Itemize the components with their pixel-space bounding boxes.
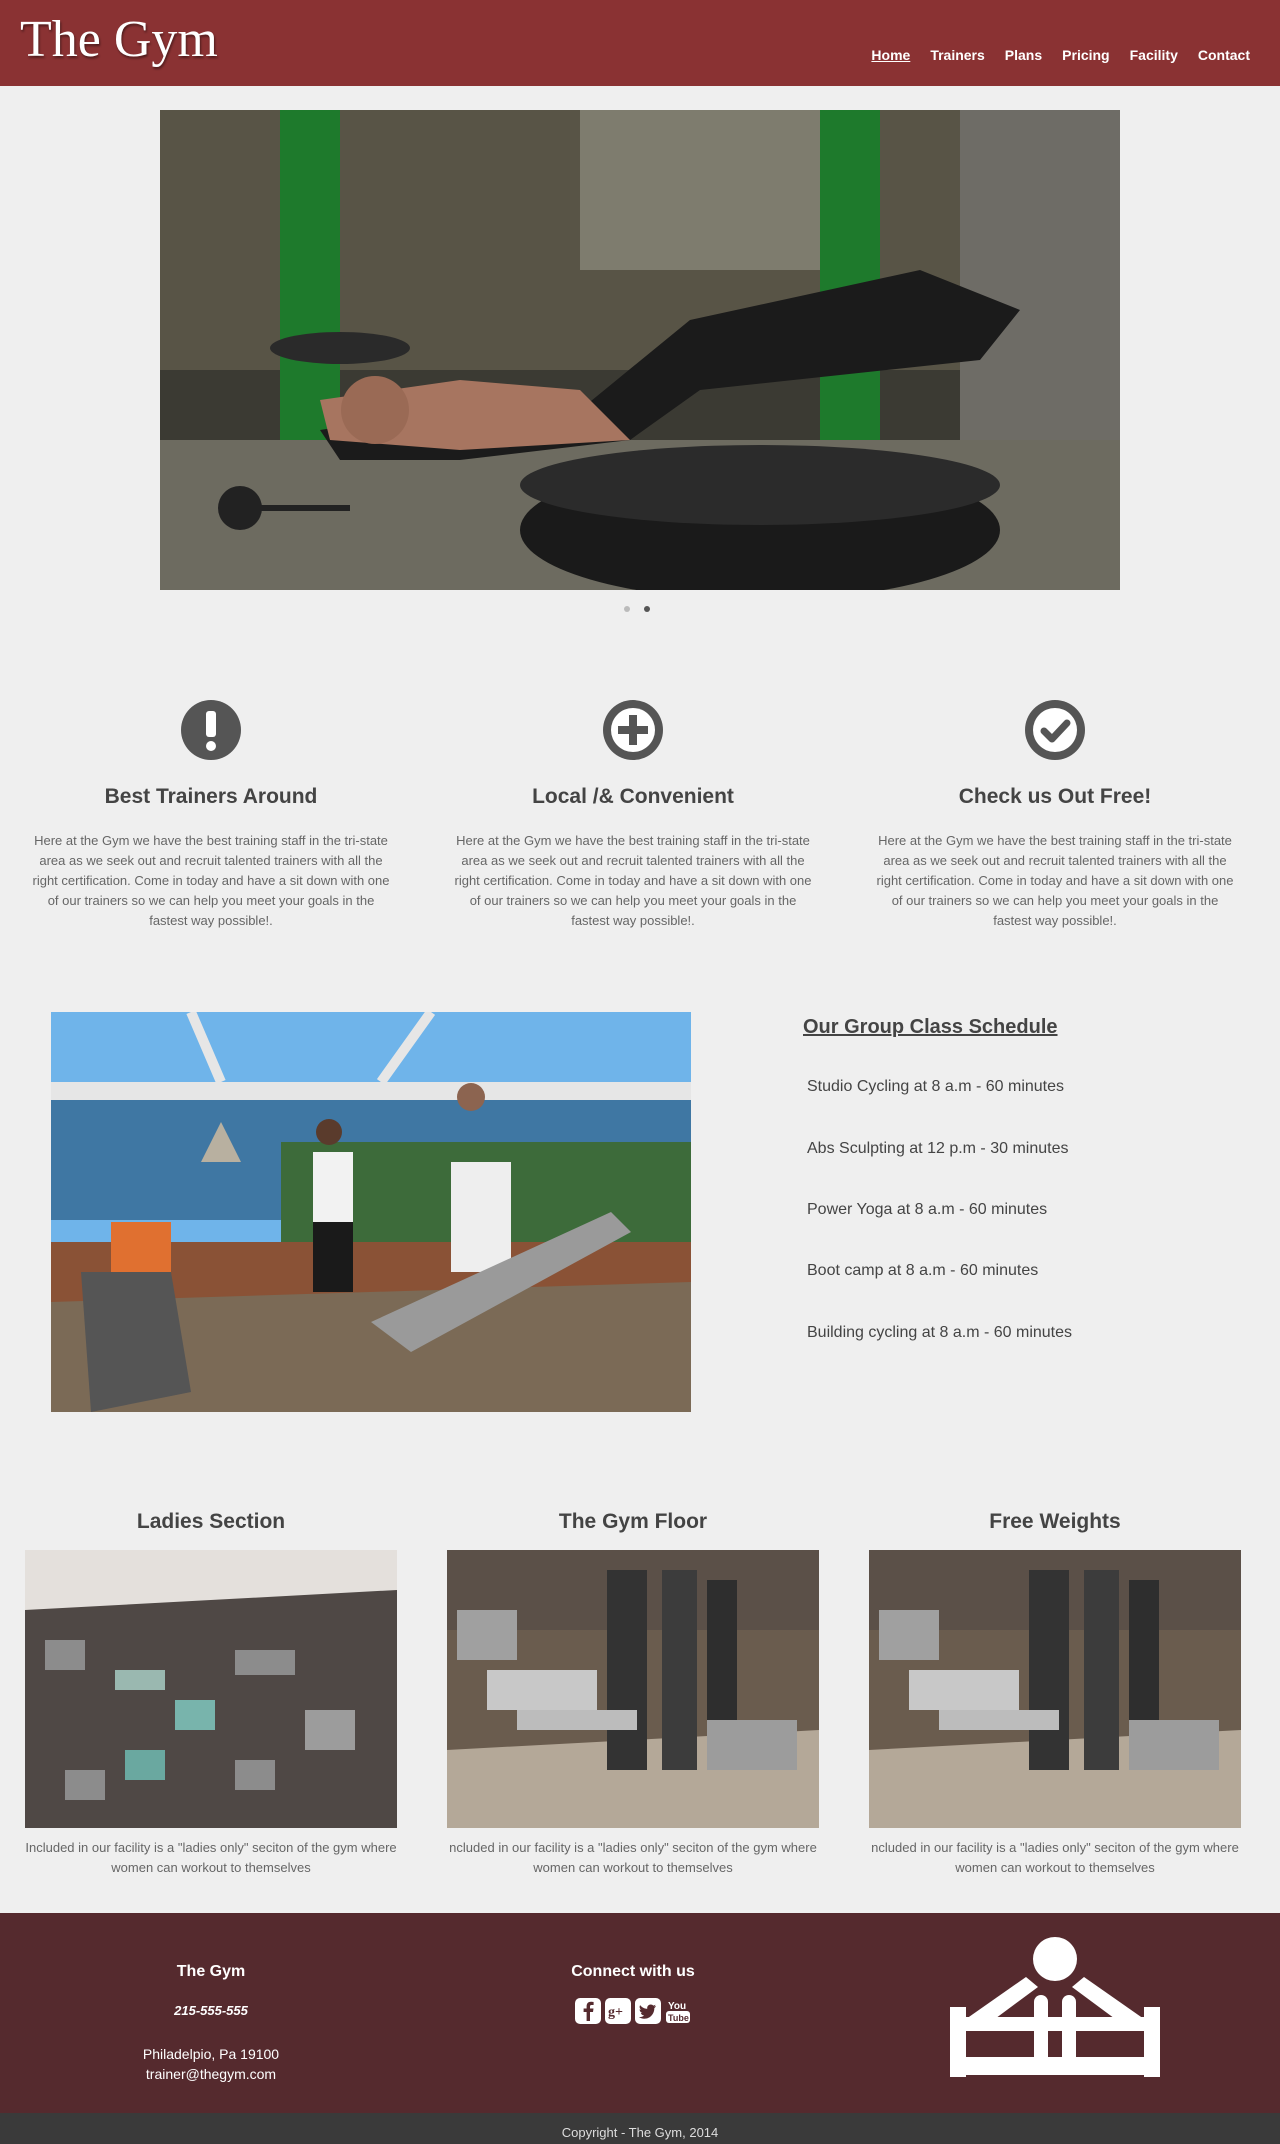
slider-dot-2[interactable] <box>644 606 650 612</box>
nav-trainers[interactable]: Trainers <box>930 47 984 63</box>
main-nav: Home Trainers Plans Pricing Facility Con… <box>871 47 1250 63</box>
footer: The Gym 215-555-555 Philadelpio, Pa 1910… <box>0 1913 1280 2113</box>
gallery-title: The Gym Floor <box>558 1510 708 1533</box>
feature-title: Best Trainers Around <box>104 785 318 808</box>
feature-trainers: Best Trainers Around Here at the Gym we … <box>26 700 396 931</box>
feature-text: Here at the Gym we have the best trainin… <box>454 833 812 928</box>
nav-home[interactable]: Home <box>871 47 910 63</box>
free-weights-image[interactable] <box>869 1550 1241 1828</box>
slider-dots <box>624 606 650 612</box>
nav-pricing[interactable]: Pricing <box>1062 47 1109 63</box>
footer-logo <box>950 1937 1160 2082</box>
schedule-title: Our Group Class Schedule <box>803 1016 1058 1038</box>
feature-title: Check us Out Free! <box>958 785 1152 808</box>
feature-text: Here at the Gym we have the best trainin… <box>876 833 1234 928</box>
social-links: g+ You Tube <box>533 1997 733 2025</box>
google-plus-icon[interactable]: g+ <box>604 1997 632 2025</box>
exclamation-icon <box>181 700 241 760</box>
feature-title: Local /& Convenient <box>532 785 734 808</box>
facebook-icon[interactable] <box>574 1997 602 2025</box>
feature-free: Check us Out Free! Here at the Gym we ha… <box>870 700 1240 931</box>
hero-slide-image <box>160 110 1120 590</box>
site-logo-text[interactable]: The Gym <box>20 14 218 66</box>
header-bar: The Gym Home Trainers Plans Pricing Faci… <box>0 0 1280 86</box>
weightlifter-logo-icon <box>950 1937 1160 2077</box>
gym-floor-image[interactable] <box>447 1550 819 1828</box>
gallery-title: Ladies Section <box>136 1510 286 1533</box>
schedule-item: Abs Sculpting at 12 p.m - 30 minutes <box>807 1140 1069 1157</box>
slider-dot-1[interactable] <box>624 606 630 612</box>
schedule-item: Studio Cycling at 8 a.m - 60 minutes <box>807 1078 1065 1095</box>
footer-brand: The Gym <box>176 1963 246 1980</box>
gallery-gym-floor: The Gym Floor ncluded in our facility is… <box>447 1510 819 1878</box>
footer-phone[interactable]: 215-555-555 <box>111 2003 311 2018</box>
schedule-item: Building cycling at 8 a.m - 60 minutes <box>807 1324 1073 1341</box>
connect-heading: Connect with us <box>571 1963 695 1980</box>
gallery-free-weights: Free Weights ncluded in our facility is … <box>869 1510 1241 1878</box>
nav-plans[interactable]: Plans <box>1005 47 1042 63</box>
twitter-icon[interactable] <box>634 1997 662 2025</box>
youtube-icon[interactable]: You Tube <box>664 1997 692 2025</box>
copyright-text: Copyright - The Gym, 2014 <box>561 2125 719 2140</box>
gallery-title: Free Weights <box>989 1510 1121 1533</box>
svg-text:You: You <box>668 2001 686 2012</box>
feature-text: Here at the Gym we have the best trainin… <box>32 833 390 928</box>
nav-contact[interactable]: Contact <box>1198 47 1250 63</box>
gallery-caption: Included in our facility is a "ladies on… <box>25 1840 397 1875</box>
feature-local: Local /& Convenient Here at the Gym we h… <box>448 700 818 931</box>
gallery-ladies: Ladies Section Included in our facility … <box>25 1510 397 1878</box>
svg-text:g+: g+ <box>608 2005 623 2020</box>
nav-facility[interactable]: Facility <box>1130 47 1178 63</box>
check-icon <box>1025 700 1085 760</box>
footer-contact: The Gym 215-555-555 Philadelpio, Pa 1910… <box>111 1963 311 2082</box>
footer-social: Connect with us g+ You Tube <box>533 1963 733 2025</box>
schedule-item: Boot camp at 8 a.m - 60 minutes <box>807 1262 1039 1279</box>
footer-address: Philadelpio, Pa 19100 <box>142 2046 280 2062</box>
footer-email[interactable]: trainer@thegym.com <box>111 2066 311 2082</box>
svg-text:Tube: Tube <box>668 2013 689 2023</box>
plus-icon <box>603 700 663 760</box>
schedule-item: Power Yoga at 8 a.m - 60 minutes <box>807 1201 1048 1218</box>
copyright-bar: Copyright - The Gym, 2014 <box>0 2113 1280 2144</box>
gallery-caption: ncluded in our facility is a "ladies onl… <box>449 1840 817 1875</box>
gallery-caption: ncluded in our facility is a "ladies onl… <box>871 1840 1239 1875</box>
ladies-section-image[interactable] <box>25 1550 397 1828</box>
cardio-terrace-image <box>51 1012 691 1412</box>
